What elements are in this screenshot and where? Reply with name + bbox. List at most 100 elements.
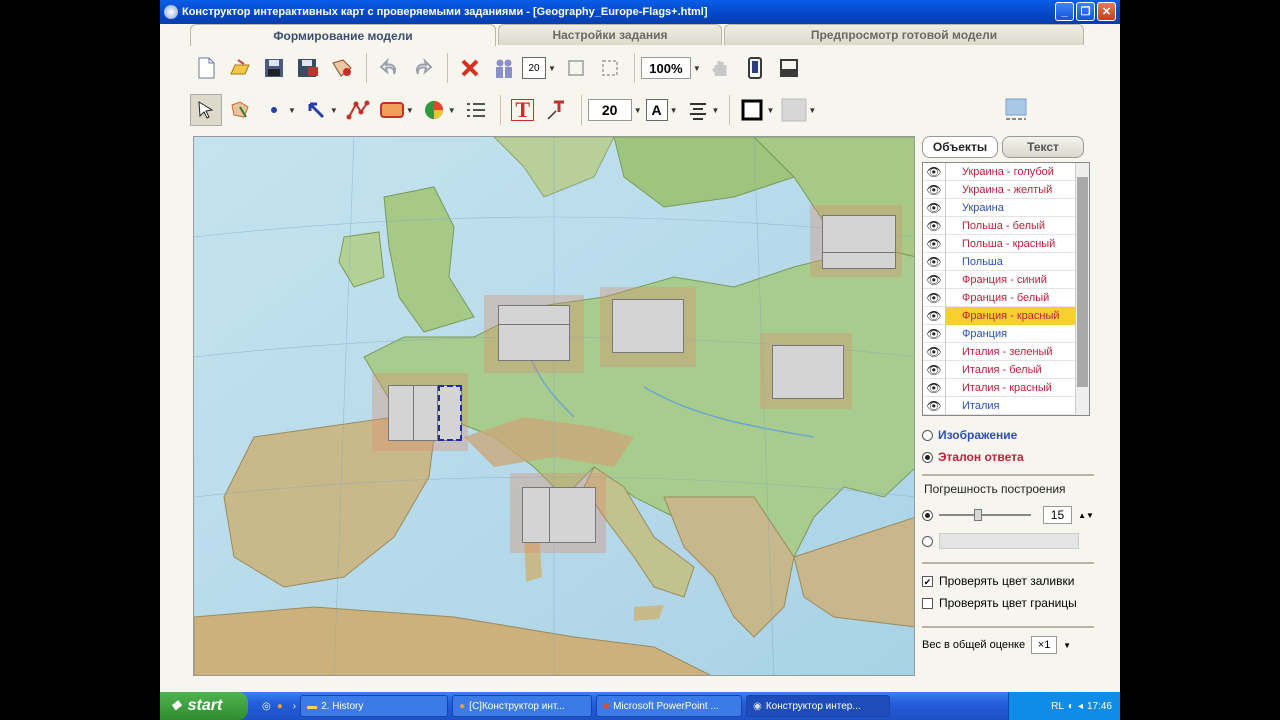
rectangle-tool-icon[interactable] (376, 94, 408, 126)
flag-placeholder-italy[interactable] (510, 473, 606, 553)
arrow-tool-icon[interactable] (300, 94, 332, 126)
save-as-icon[interactable] (292, 52, 324, 84)
font-size-dropdown-icon[interactable]: ▼ (634, 106, 642, 115)
object-list-item[interactable]: 👁 Польша - белый (923, 216, 1089, 235)
undo-icon[interactable] (373, 52, 405, 84)
flag-placeholder-france[interactable] (372, 373, 468, 451)
visibility-eye-icon[interactable]: 👁 (923, 327, 945, 341)
tolerance-alt-field[interactable] (939, 533, 1079, 549)
redo-icon[interactable] (407, 52, 439, 84)
flag-placeholder-czech[interactable] (600, 287, 696, 367)
visibility-eye-icon[interactable]: 👁 (923, 237, 945, 251)
tab-text[interactable]: Текст (1002, 136, 1084, 158)
visibility-eye-icon[interactable]: 👁 (923, 165, 945, 179)
zoom-level[interactable]: 100% (640, 57, 691, 79)
object-list-item[interactable]: 👁 Италия (923, 396, 1089, 415)
point-tool-icon[interactable] (258, 94, 290, 126)
close-button[interactable]: ✕ (1097, 2, 1116, 21)
list-tool-icon[interactable] (460, 94, 492, 126)
task-constructor-2[interactable]: ◉ Конструктор интер... (746, 695, 891, 717)
zoom-dropdown-icon[interactable]: ▼ (693, 64, 701, 73)
pie-tool-icon[interactable] (418, 94, 450, 126)
selection-handles[interactable] (438, 385, 462, 441)
weight-value[interactable]: ×1 (1031, 636, 1058, 654)
answer-radio[interactable] (922, 451, 933, 463)
text-tool-icon[interactable]: T (507, 94, 539, 126)
task-powerpoint[interactable]: ■ Microsoft PowerPoint ... (596, 695, 743, 717)
tab-model[interactable]: Формирование модели (190, 24, 496, 46)
visibility-eye-icon[interactable]: 👁 (923, 183, 945, 197)
open-file-icon[interactable] (224, 52, 256, 84)
border-color-icon[interactable] (736, 94, 768, 126)
tolerance-alt-radio[interactable] (922, 535, 933, 547)
object-list-item[interactable]: 👁 Италия - белый (923, 360, 1089, 379)
region-tool-icon[interactable] (224, 94, 256, 126)
object-list-item[interactable]: 👁 Италия - красный (923, 378, 1089, 397)
flag-placeholder-germany[interactable] (484, 295, 584, 373)
object-list-item[interactable]: 👁 Украина - желтый (923, 180, 1089, 199)
maximize-button[interactable]: ❐ (1076, 2, 1095, 21)
layout-icon[interactable] (773, 52, 805, 84)
fit-icon[interactable] (560, 52, 592, 84)
object-list-item[interactable]: 👁 Украина (923, 198, 1089, 217)
fill-color-icon[interactable] (778, 94, 810, 126)
visibility-eye-icon[interactable]: 👁 (923, 219, 945, 233)
visibility-eye-icon[interactable]: 👁 (923, 345, 945, 359)
fill-color-checkbox[interactable]: ✔ (922, 575, 933, 587)
tab-objects[interactable]: Объекты (922, 136, 998, 158)
map-canvas[interactable] (193, 136, 915, 676)
align-center-icon[interactable] (682, 94, 714, 126)
device-preview-icon[interactable] (739, 52, 771, 84)
tab-preview[interactable]: Предпросмотр готовой модели (724, 24, 1084, 45)
task-history[interactable]: ▬ 2. History (300, 695, 449, 717)
object-list-scrollbar[interactable] (1075, 163, 1089, 415)
object-list-item[interactable]: 👁 Франция - красный (923, 306, 1089, 325)
visibility-eye-icon[interactable]: 👁 (923, 381, 945, 395)
visibility-eye-icon[interactable]: 👁 (923, 363, 945, 377)
language-indicator[interactable]: RL (1051, 701, 1064, 712)
object-list-item[interactable]: 👁 Польша - красный (923, 234, 1089, 253)
save-icon[interactable] (258, 52, 290, 84)
visibility-eye-icon[interactable]: 👁 (923, 273, 945, 287)
export-icon[interactable] (326, 52, 358, 84)
polyline-tool-icon[interactable] (342, 94, 374, 126)
flag-placeholder-poland[interactable] (760, 333, 852, 409)
visibility-eye-icon[interactable]: 👁 (923, 291, 945, 305)
weight-dropdown-icon[interactable]: ▼ (1063, 641, 1071, 650)
tolerance-radio[interactable] (922, 509, 933, 521)
network-icon[interactable]: ◐ (1068, 701, 1074, 712)
firefox-icon[interactable]: ● (277, 701, 283, 712)
text-callout-icon[interactable] (541, 94, 573, 126)
tolerance-slider[interactable] (938, 509, 1031, 521)
frame-size-box[interactable]: 20 (522, 57, 546, 79)
flag-placeholder-ukraine[interactable] (810, 205, 902, 277)
object-list-item[interactable]: 👁 Польша (923, 252, 1089, 271)
visibility-eye-icon[interactable]: 👁 (923, 255, 945, 269)
hand-pan-icon[interactable] (705, 52, 737, 84)
scrollbar-thumb[interactable] (1077, 177, 1088, 387)
image-radio[interactable] (922, 429, 933, 441)
object-list-item[interactable]: 👁 Франция (923, 324, 1089, 343)
object-list-item[interactable]: 👁 Украина - голубой (923, 163, 1089, 181)
minimize-button[interactable]: _ (1055, 2, 1074, 21)
layers-icon[interactable] (1000, 94, 1032, 126)
border-color-checkbox[interactable] (922, 597, 933, 609)
start-button[interactable]: ❖ start (160, 692, 248, 720)
visibility-eye-icon[interactable]: 👁 (923, 201, 945, 215)
visibility-eye-icon[interactable]: 👁 (923, 309, 945, 323)
delete-icon[interactable] (454, 52, 486, 84)
object-list-item[interactable]: 👁 Италия - зеленый (923, 342, 1089, 361)
task-constructor-1[interactable]: ● [C]Конструктор инт... (452, 695, 593, 717)
font-style-box[interactable]: A (645, 99, 668, 121)
object-list-item[interactable]: 👁 Франция - белый (923, 288, 1089, 307)
tolerance-value[interactable]: 15 (1042, 506, 1073, 524)
font-style-dropdown-icon[interactable]: ▼ (670, 106, 678, 115)
volume-icon[interactable]: ◂ (1078, 701, 1083, 712)
fit-selection-icon[interactable] (594, 52, 626, 84)
frame-size-dropdown-icon[interactable]: ▼ (548, 64, 556, 73)
object-list-item[interactable]: 👁 Франция - синий (923, 270, 1089, 289)
group-icon[interactable] (488, 52, 520, 84)
tolerance-spinner-icon[interactable]: ▲▼ (1078, 511, 1094, 520)
new-file-icon[interactable] (190, 52, 222, 84)
font-size-box[interactable]: 20 (587, 99, 632, 121)
